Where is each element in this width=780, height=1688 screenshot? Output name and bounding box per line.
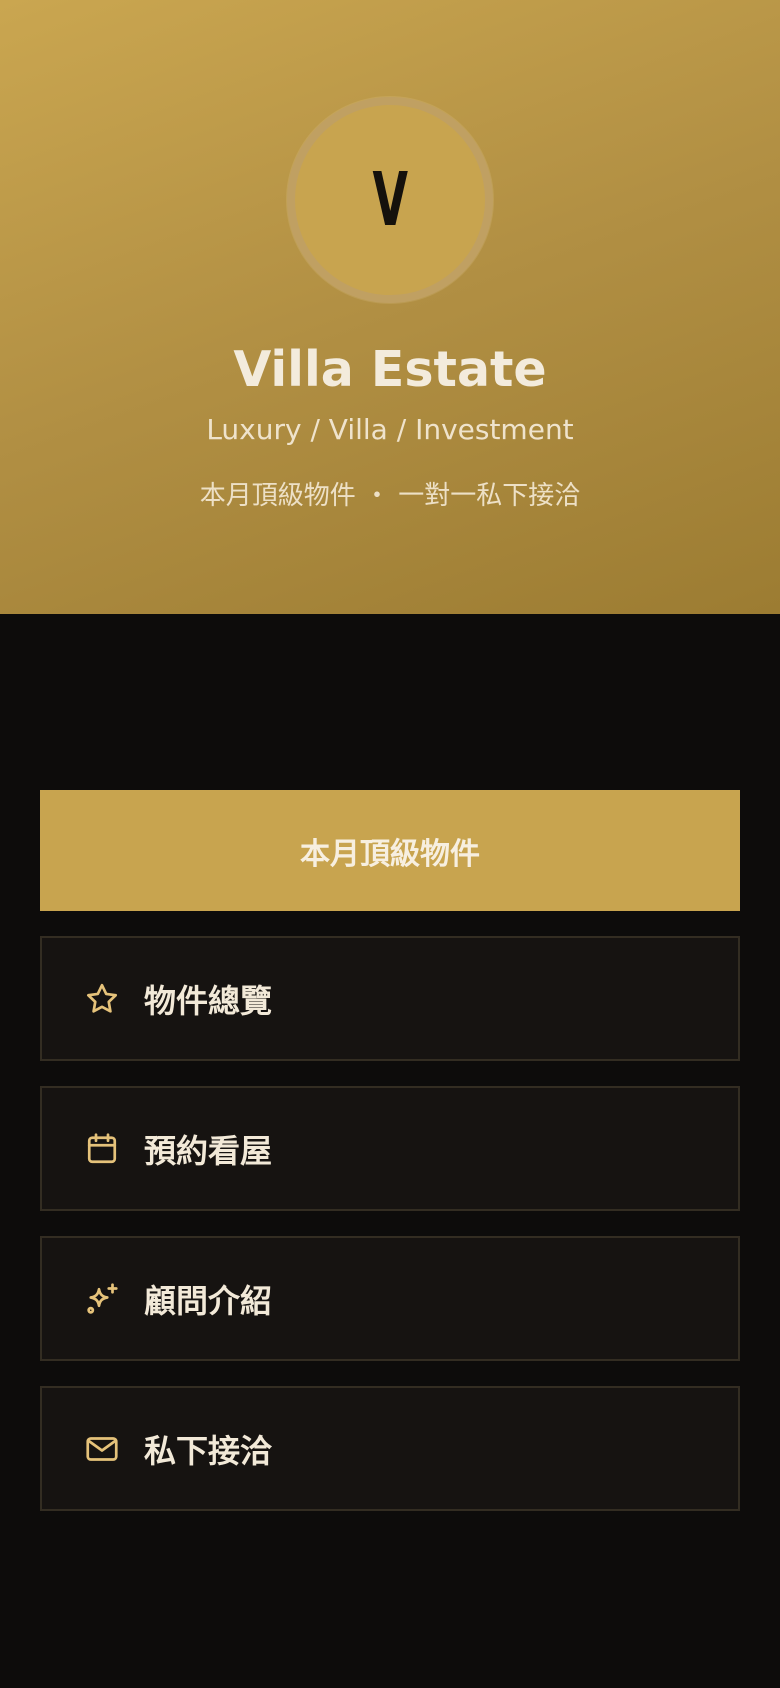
menu-item-listings[interactable]: 物件總覽 — [40, 936, 740, 1061]
menu-item-label: 物件總覽 — [144, 981, 273, 1020]
page-tagline: 本月頂級物件 ・ 一對一私下接洽 — [199, 481, 581, 511]
menu-item-label: 顧問介紹 — [144, 1281, 273, 1320]
menu-item-label: 私下接洽 — [144, 1431, 273, 1470]
menu-item-label: 預約看屋 — [144, 1131, 273, 1170]
menu-item-viewing[interactable]: 預約看屋 — [40, 1086, 740, 1211]
sparkles-icon — [82, 1279, 122, 1319]
profile-header: V Villa Estate Luxury / Villa / Investme… — [0, 0, 780, 614]
featured-listings-label: 本月頂級物件 — [300, 836, 480, 872]
calendar-icon — [82, 1129, 122, 1169]
avatar: V — [287, 97, 493, 303]
menu-item-contact[interactable]: 私下接洽 — [40, 1386, 740, 1511]
menu-item-advisors[interactable]: 顧問介紹 — [40, 1236, 740, 1361]
featured-listings-button[interactable]: 本月頂級物件 — [40, 790, 740, 911]
avatar-letter: V — [372, 157, 409, 243]
mail-icon — [82, 1429, 122, 1469]
star-icon — [82, 979, 122, 1019]
page-subtitle: Luxury / Villa / Investment — [206, 413, 574, 446]
link-in-bio-page: V Villa Estate Luxury / Villa / Investme… — [0, 0, 780, 1688]
page-title: Villa Estate — [233, 341, 547, 398]
